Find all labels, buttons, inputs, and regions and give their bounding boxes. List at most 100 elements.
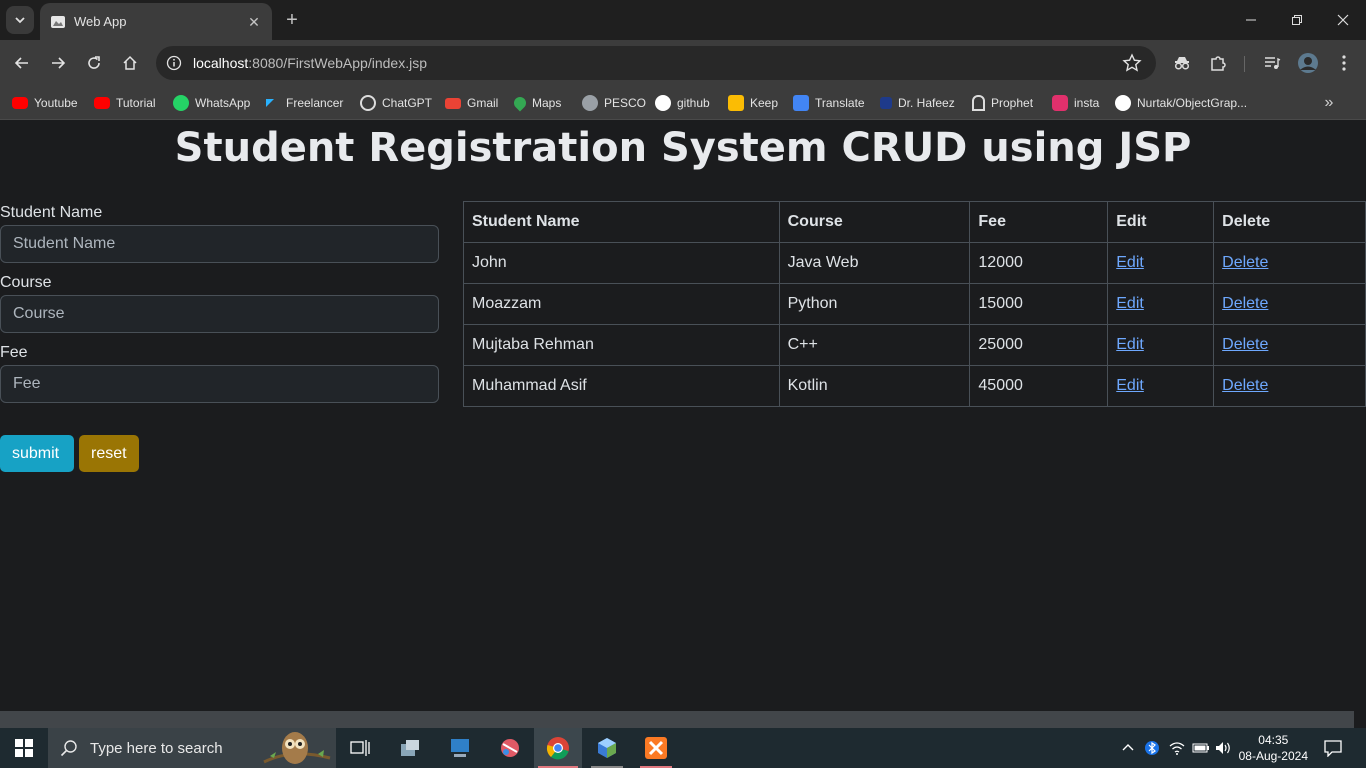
battery-icon [1192, 743, 1209, 753]
bookmark-label: Gmail [467, 96, 499, 110]
bookmark-pesco[interactable]: PESCO [582, 92, 646, 114]
delete-link[interactable]: Delete [1222, 336, 1268, 353]
extension-spy-button[interactable] [1170, 51, 1194, 75]
minimize-button[interactable] [1228, 0, 1274, 40]
clock-date: 08-Aug-2024 [1238, 749, 1308, 763]
delete-link[interactable]: Delete [1222, 377, 1268, 394]
home-icon [123, 55, 137, 70]
student-name-input[interactable]: Student Name [0, 225, 439, 263]
bookmark-youtube[interactable]: Youtube [12, 92, 78, 114]
bookmark-insta[interactable]: insta [1052, 92, 1099, 114]
system-clock[interactable]: 04:35 08-Aug-2024 [1239, 732, 1308, 764]
taskbar-search-box[interactable]: Type here to search [48, 728, 336, 768]
windows-taskbar: Type here to search 04:35 08-Aug-2024 [0, 728, 1366, 768]
delete-link[interactable]: Delete [1222, 254, 1268, 271]
browser-tab[interactable]: Web App ✕ [40, 3, 272, 40]
restore-button[interactable] [1274, 0, 1320, 40]
extensions-button[interactable] [1206, 51, 1230, 75]
cell-fee: 12000 [969, 242, 1109, 284]
taskbar-app-chrome[interactable] [534, 728, 582, 768]
bookmark-freelancer[interactable]: Freelancer [266, 92, 343, 114]
webapp-favicon-icon [51, 15, 65, 28]
taskbar-app-computer[interactable] [436, 728, 484, 768]
bookmark-maps[interactable]: Maps [511, 92, 561, 114]
back-button[interactable] [10, 51, 34, 75]
bookmark-chatgpt[interactable]: ChatGPT [360, 92, 432, 114]
tab-search-button[interactable] [6, 6, 34, 34]
close-window-button[interactable] [1320, 0, 1366, 40]
bookmark-nurtak[interactable]: Nurtak/ObjectGrap... [1115, 92, 1247, 114]
bookmark-dr-hafeez[interactable]: Dr. Hafeez [880, 92, 955, 114]
reset-button[interactable]: reset [79, 435, 139, 472]
bookmark-tutorial[interactable]: Tutorial [94, 92, 156, 114]
instagram-icon [1052, 95, 1068, 111]
table-row: Mujtaba Rehman C++ 25000 Edit Delete [463, 324, 1366, 366]
edit-link[interactable]: Edit [1116, 295, 1144, 312]
start-button[interactable] [0, 728, 48, 768]
media-control-button[interactable] [1260, 51, 1284, 75]
taskbar-app-snipping[interactable] [486, 728, 534, 768]
forward-button[interactable] [46, 51, 70, 75]
delete-link[interactable]: Delete [1222, 295, 1268, 312]
bookmark-github[interactable]: github [655, 92, 710, 114]
table-row: Moazzam Python 15000 Edit Delete [463, 283, 1366, 325]
taskbar-app-xampp[interactable] [632, 728, 680, 768]
volume-tray-icon[interactable] [1213, 728, 1235, 768]
bookmark-whatsapp[interactable]: WhatsApp [173, 92, 250, 114]
notifications-button[interactable] [1320, 728, 1346, 768]
taskbar-app-box[interactable] [583, 728, 631, 768]
bookmark-gmail[interactable]: Gmail [445, 92, 498, 114]
more-bookmarks-icon[interactable]: » [1318, 92, 1340, 114]
cell-fee: 25000 [969, 324, 1109, 366]
gmail-icon [445, 97, 461, 109]
cell-delete: Delete [1213, 324, 1366, 366]
close-tab-icon[interactable]: ✕ [246, 14, 262, 30]
bookmark-label: github [677, 96, 710, 110]
new-tab-button[interactable]: + [282, 10, 302, 30]
maps-icon [511, 94, 529, 112]
bookmark-prophet[interactable]: Prophet [972, 92, 1033, 114]
reload-button[interactable] [82, 51, 106, 75]
task-view-button[interactable] [336, 728, 384, 768]
cell-delete: Delete [1213, 242, 1366, 284]
battery-tray-icon[interactable] [1190, 728, 1212, 768]
horizontal-scrollbar[interactable] [0, 711, 1354, 728]
fee-input[interactable]: Fee [0, 365, 439, 403]
page-title: Student Registration System CRUD using J… [174, 125, 1192, 171]
bookmark-star-icon[interactable] [1122, 53, 1142, 73]
page-content: Student Registration System CRUD using J… [0, 121, 1366, 711]
cell-name: Mujtaba Rehman [463, 324, 780, 366]
site-info-icon[interactable] [164, 53, 184, 73]
browser-menu-button[interactable] [1332, 51, 1356, 75]
address-bar[interactable]: localhost:8080/FirstWebApp/index.jsp [156, 46, 1156, 80]
header-course: Course [778, 201, 971, 243]
xampp-icon [645, 737, 667, 759]
home-button[interactable] [118, 51, 142, 75]
show-hidden-icons-button[interactable] [1118, 728, 1138, 768]
bookmark-label: PESCO [604, 96, 647, 110]
student-form: Student Name Student Name Course Course … [0, 203, 440, 472]
edit-link[interactable]: Edit [1116, 254, 1144, 271]
taskbar-app-network[interactable] [386, 728, 434, 768]
profile-avatar[interactable] [1296, 51, 1320, 75]
search-placeholder: Type here to search [90, 739, 223, 757]
course-label: Course [0, 274, 52, 291]
virtualbox-icon [598, 738, 616, 758]
bookmark-label: Freelancer [286, 96, 344, 110]
media-queue-icon [1265, 57, 1281, 69]
course-input[interactable]: Course [0, 295, 439, 333]
wifi-icon [1169, 742, 1185, 755]
edit-link[interactable]: Edit [1116, 336, 1144, 353]
wifi-tray-icon[interactable] [1166, 728, 1188, 768]
edit-link[interactable]: Edit [1116, 377, 1144, 394]
translate-icon [793, 95, 809, 111]
bookmark-label: Dr. Hafeez [898, 96, 955, 110]
globe-icon [582, 95, 598, 111]
submit-button[interactable]: submit [0, 435, 74, 472]
bluetooth-tray-icon[interactable] [1142, 728, 1162, 768]
header-student-name: Student Name [463, 201, 780, 243]
bookmark-keep[interactable]: Keep [728, 92, 778, 114]
puzzle-icon [1211, 56, 1226, 71]
hafeez-icon [880, 97, 892, 109]
bookmark-translate[interactable]: Translate [793, 92, 865, 114]
